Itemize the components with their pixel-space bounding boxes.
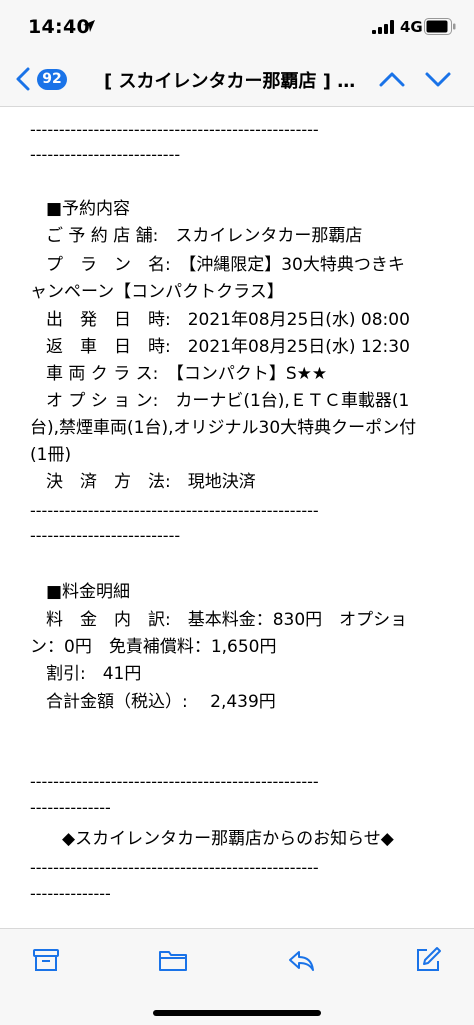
mailbox-title: [ スカイレンタカー那覇店 ] ご…	[104, 71, 372, 92]
status-time: 14:40	[28, 16, 90, 38]
compose-icon[interactable]	[413, 945, 443, 975]
divider: ----------------------------------------…	[30, 501, 319, 520]
option-line-cont: 台),禁煙車両(1台),オリジナル30大特典クーポン付	[30, 418, 417, 438]
signal-bars-icon	[372, 20, 394, 34]
status-bar: 14:40 4G	[0, 0, 474, 52]
fee-breakdown-cont: ン：0円 免責補償料：1,650円	[30, 637, 277, 657]
divider: ----------------------------------------…	[30, 858, 319, 877]
return-line: 返 車 日 時: 2021年08月25日(水) 12:30	[46, 337, 410, 357]
divider: --------------------------	[30, 526, 181, 545]
reservation-header: ■予約内容	[46, 199, 131, 219]
plan-line-cont: ャンペーン【コンパクトクラス】	[30, 282, 284, 302]
partial-text: ・・・	[62, 107, 113, 117]
fee-header: ■料金明細	[46, 582, 131, 602]
nav-bar: 92 [ スカイレンタカー那覇店 ] ご…	[0, 52, 474, 107]
car-class-line: 車 両 ク ラ ス: 【コンパクト】S★★	[46, 364, 328, 384]
chevron-up-icon[interactable]	[377, 66, 407, 92]
location-arrow-icon	[83, 20, 95, 32]
chevron-left-icon[interactable]	[10, 63, 38, 95]
discount-line: 割引: 41円	[46, 664, 142, 684]
network-type: 4G	[400, 18, 423, 36]
divider: --------------------------	[30, 145, 181, 164]
store-line: ご 予 約 店 舗: スカイレンタカー那覇店	[46, 226, 363, 246]
departure-line: 出 発 日 時: 2021年08月25日(水) 08:00	[46, 310, 410, 330]
total-line: 合計金額（税込）: 2,439円	[46, 692, 276, 712]
divider: ----------------------------------------…	[30, 772, 319, 791]
plan-line: プ ラ ン 名: 【沖縄限定】30大特典つきキ	[46, 255, 405, 275]
option-line-cont: (1冊)	[30, 445, 72, 465]
home-indicator[interactable]	[153, 1010, 321, 1016]
fee-breakdown-line: 料 金 内 訳: 基本料金：830円 オプショ	[46, 610, 408, 630]
divider: --------------	[30, 884, 111, 903]
option-line: オ プ シ ョ ン: カーナビ(1台),ＥＴＣ車載器(1	[46, 391, 410, 411]
email-body[interactable]: ・・・ ------------------------------------…	[0, 107, 474, 928]
folder-icon[interactable]	[158, 945, 188, 975]
battery-icon	[424, 18, 456, 35]
chevron-down-icon[interactable]	[423, 66, 453, 92]
unread-count-badge[interactable]: 92	[37, 69, 67, 90]
divider: --------------	[30, 798, 111, 817]
reply-icon[interactable]	[286, 945, 316, 975]
divider: ----------------------------------------…	[30, 120, 319, 139]
notice-header: ◆スカイレンタカー那覇店からのお知らせ◆	[62, 829, 394, 849]
archive-icon[interactable]	[31, 945, 61, 975]
payment-line: 決 済 方 法: 現地決済	[46, 472, 256, 492]
